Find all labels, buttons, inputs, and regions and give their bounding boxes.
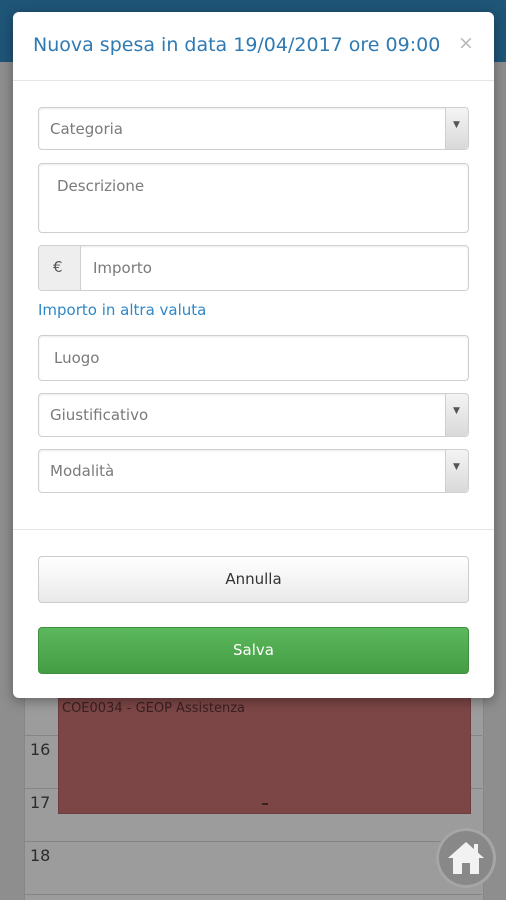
calendar-event[interactable]: COE0034 - GEOP Assistenza — [58, 690, 471, 814]
modal-footer-divider — [13, 529, 494, 530]
hour-label-16: 16 — [30, 740, 51, 759]
hour-row — [24, 894, 482, 895]
event-resize-handle[interactable] — [262, 803, 268, 805]
chevron-down-icon: ▼ — [445, 108, 468, 149]
calendar-event-title: COE0034 - GEOP Assistenza — [62, 701, 246, 716]
descrizione-textarea[interactable]: Descrizione — [38, 163, 469, 233]
modal-header: Nuova spesa in data 19/04/2017 ore 09:00… — [13, 12, 494, 81]
categoria-placeholder: Categoria — [50, 120, 124, 138]
hour-label-18: 18 — [30, 846, 51, 865]
modalita-placeholder: Modalità — [50, 462, 115, 480]
altra-valuta-link[interactable]: Importo in altra valuta — [38, 301, 206, 319]
giustificativo-select[interactable]: Giustificativo ▼ — [38, 393, 469, 437]
giustificativo-placeholder: Giustificativo — [50, 406, 149, 424]
home-button[interactable] — [436, 828, 496, 888]
modal-title: Nuova spesa in data 19/04/2017 ore 09:00 — [33, 34, 441, 56]
euro-icon: € — [39, 246, 81, 290]
save-button[interactable]: Salva — [38, 627, 469, 674]
close-icon[interactable]: × — [458, 31, 474, 55]
descrizione-placeholder: Descrizione — [57, 177, 145, 195]
home-icon — [448, 842, 484, 874]
luogo-input[interactable]: Luogo — [38, 335, 469, 381]
importo-input-group[interactable]: € Importo — [38, 245, 469, 291]
chevron-down-icon: ▼ — [445, 394, 468, 436]
importo-placeholder: Importo — [93, 259, 152, 277]
modalita-select[interactable]: Modalità ▼ — [38, 449, 469, 493]
categoria-select[interactable]: Categoria ▼ — [38, 107, 469, 150]
hour-row — [24, 841, 482, 842]
cancel-button[interactable]: Annulla — [38, 556, 469, 603]
luogo-placeholder: Luogo — [54, 349, 100, 367]
hour-label-17: 17 — [30, 793, 51, 812]
chevron-down-icon: ▼ — [445, 450, 468, 492]
new-expense-modal: Nuova spesa in data 19/04/2017 ore 09:00… — [13, 12, 494, 698]
